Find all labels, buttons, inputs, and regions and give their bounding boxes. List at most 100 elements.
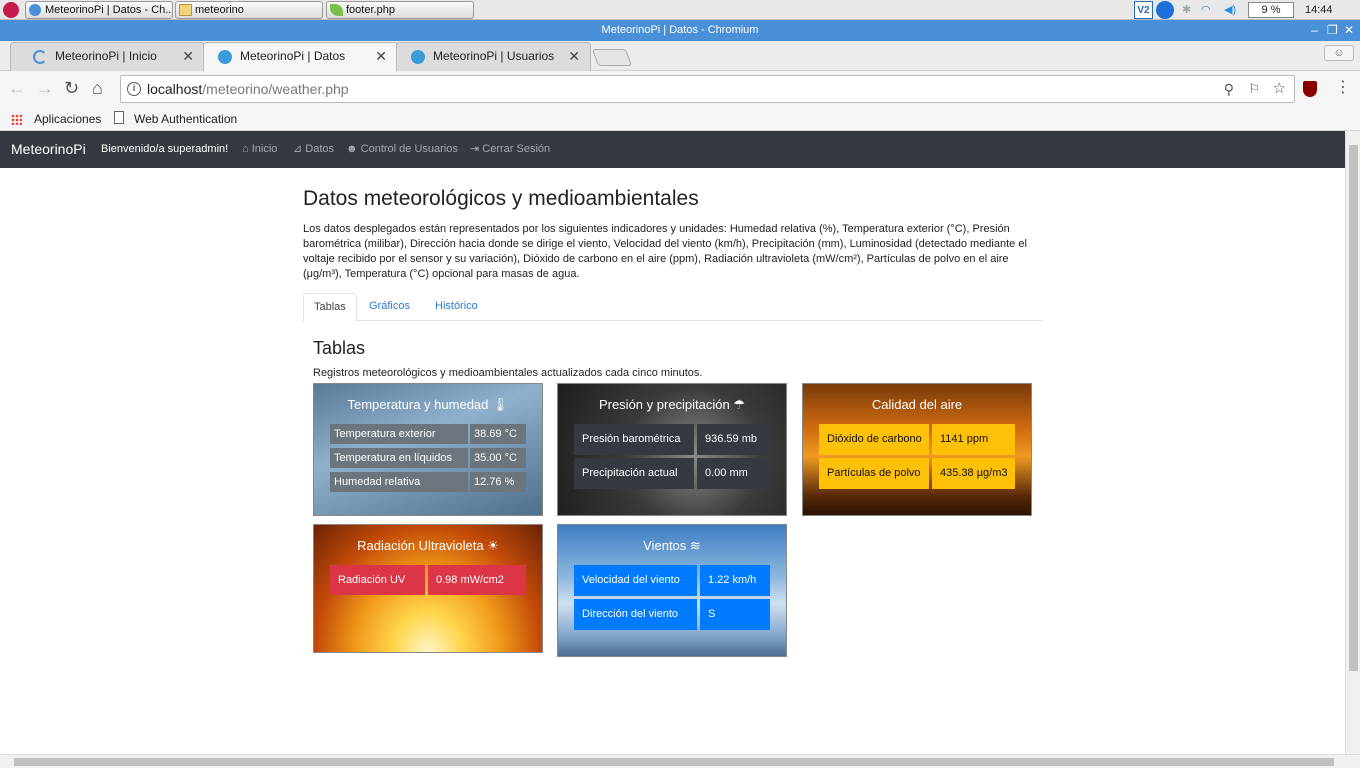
- value-temperatura-exterior: 38.69 °C: [470, 424, 526, 444]
- raspberry-menu-icon[interactable]: [3, 2, 19, 18]
- bookmarks-bar: Aplicaciones Web Authentication: [0, 107, 1360, 131]
- card-presion: Presión y precipitación ☂ Presión baromé…: [557, 383, 787, 516]
- profile-icon[interactable]: ☺: [1324, 45, 1354, 61]
- close-tab-icon[interactable]: ✕: [568, 43, 580, 70]
- clock: 14:44: [1305, 4, 1333, 16]
- bookmark-star-icon[interactable]: ☆: [1273, 76, 1286, 102]
- window-title: MeteorinoPi | Datos - Chromium: [601, 24, 759, 36]
- back-icon[interactable]: ←: [8, 77, 26, 99]
- battery-indicator[interactable]: 9 %: [1248, 2, 1294, 18]
- new-tab-button[interactable]: [591, 49, 633, 66]
- taskbar-label: footer.php: [346, 4, 395, 16]
- minimize-icon[interactable]: –: [1311, 20, 1318, 41]
- ublock-icon[interactable]: [1303, 81, 1317, 97]
- welcome-text: Bienvenido/a superadmin!: [101, 143, 229, 155]
- home-icon: ⌂: [242, 143, 252, 155]
- content-tabs: Tablas Gráficos Histórico: [303, 293, 1043, 322]
- tab-label: MeteorinoPi | Usuarios: [433, 49, 555, 63]
- browser-toolbar: ← → ↻ ⌂ i localhost/meteorino/weather.ph…: [0, 71, 1360, 107]
- taskbar-label: meteorino: [195, 4, 244, 16]
- card-title: Calidad del aire: [871, 397, 963, 412]
- taskbar-folder-window[interactable]: meteorino: [175, 1, 323, 19]
- label-presion-barometrica: Presión barométrica: [574, 424, 694, 455]
- tab-graficos[interactable]: Gráficos: [359, 293, 420, 321]
- teamviewer-icon[interactable]: [1156, 1, 1174, 19]
- window-titlebar: MeteorinoPi | Datos - Chromium – ❐ ✕: [0, 20, 1360, 41]
- tab-label: MeteorinoPi | Inicio: [55, 49, 157, 63]
- card-title: Presión y precipitación ☂: [558, 397, 786, 413]
- scroll-thumb[interactable]: [14, 758, 1334, 766]
- pin-icon[interactable]: ⚐: [1248, 76, 1260, 102]
- card-radiacion-uv: Radiación Ultravioleta ☀ Radiación UV 0.…: [313, 524, 543, 653]
- value-humedad-relativa: 12.76 %: [470, 472, 526, 492]
- brand-link[interactable]: MeteorinoPi: [11, 131, 86, 168]
- vertical-scrollbar[interactable]: [1345, 131, 1360, 754]
- tab-usuarios[interactable]: MeteorinoPi | Usuarios ✕: [396, 42, 591, 71]
- bookmark-web-authentication[interactable]: Web Authentication: [134, 109, 237, 129]
- value-radiacion-uv: 0.98 mW/cm2: [428, 565, 526, 595]
- weather-cloud-icon: [411, 50, 425, 64]
- apps-grid-icon[interactable]: [11, 114, 22, 125]
- home-icon[interactable]: ⌂: [92, 77, 103, 99]
- value-precipitacion: 0.00 mm: [697, 458, 769, 489]
- value-presion-barometrica: 936.59 mb: [697, 424, 769, 455]
- tab-label: MeteorinoPi | Datos: [240, 49, 346, 63]
- tab-inicio[interactable]: MeteorinoPi | Inicio ✕: [10, 42, 205, 71]
- wifi-icon[interactable]: ◠: [1201, 1, 1211, 19]
- tab-datos[interactable]: MeteorinoPi | Datos ✕: [203, 42, 398, 72]
- sign-out-icon: ⇥: [470, 143, 483, 155]
- menu-kebab-icon[interactable]: ⋮: [1335, 77, 1351, 99]
- sun-icon: ☀: [487, 538, 499, 553]
- scroll-thumb[interactable]: [1349, 145, 1358, 671]
- zoom-icon[interactable]: ⚲: [1224, 76, 1234, 102]
- bluetooth-icon[interactable]: ✱: [1182, 1, 1191, 19]
- value-velocidad-viento: 1.22 km/h: [700, 565, 770, 596]
- volume-icon[interactable]: ◀): [1224, 1, 1236, 19]
- chromium-icon: [29, 4, 41, 16]
- card-temperatura: Temperatura y humedad 🌡 Temperatura exte…: [313, 383, 543, 516]
- value-particulas-polvo: 435.38 µg/m3: [932, 458, 1015, 489]
- url-host: localhost: [147, 81, 203, 97]
- os-taskbar: MeteorinoPi | Datos - Ch... meteorino fo…: [0, 0, 1360, 20]
- nav-usuarios[interactable]: ☻ Control de Usuarios: [346, 131, 458, 167]
- site-info-icon[interactable]: i: [127, 82, 141, 96]
- taskbar-editor-window[interactable]: footer.php: [326, 1, 474, 19]
- page-icon: [114, 111, 124, 124]
- card-title-text: Temperatura y humedad: [347, 397, 489, 412]
- users-icon: ☻: [346, 143, 361, 155]
- site-navbar: MeteorinoPi Bienvenido/a superadmin! ⌂ I…: [0, 131, 1345, 168]
- bookmark-aplicaciones[interactable]: Aplicaciones: [34, 109, 101, 129]
- folder-icon: [179, 4, 192, 16]
- card-title-text: Vientos: [643, 538, 687, 553]
- page-title: Datos meteorológicos y medioambientales: [303, 187, 699, 210]
- taskbar-chromium-window[interactable]: MeteorinoPi | Datos - Ch...: [25, 1, 173, 19]
- horizontal-scrollbar[interactable]: [0, 754, 1360, 768]
- maximize-icon[interactable]: ❐: [1327, 20, 1338, 41]
- tab-tablas[interactable]: Tablas: [303, 293, 357, 322]
- section-subtitle: Registros meteorológicos y medioambienta…: [313, 367, 703, 379]
- label-particulas-polvo: Partículas de polvo: [819, 458, 929, 489]
- vnc-icon[interactable]: V2: [1134, 1, 1153, 19]
- loading-spinner-icon: [33, 50, 47, 64]
- nav-label: Inicio: [251, 143, 278, 155]
- label-dioxido-carbono: Dióxido de carbono: [819, 424, 929, 455]
- browser-tabstrip: MeteorinoPi | Inicio ✕ MeteorinoPi | Dat…: [0, 41, 1360, 72]
- close-tab-icon[interactable]: ✕: [182, 43, 194, 70]
- nav-cerrar-sesion[interactable]: ⇥ Cerrar Sesión: [470, 131, 550, 167]
- address-bar[interactable]: i localhost/meteorino/weather.php ⚲ ⚐ ☆: [120, 75, 1295, 103]
- value-direccion-viento: S: [700, 599, 770, 630]
- nav-datos[interactable]: ⊿ Datos: [293, 131, 334, 167]
- reload-icon[interactable]: ↻: [64, 77, 79, 99]
- tab-historico[interactable]: Histórico: [425, 293, 488, 321]
- close-tab-icon[interactable]: ✕: [375, 43, 387, 70]
- nav-inicio[interactable]: ⌂ Inicio: [242, 131, 277, 167]
- card-title: Radiación Ultravioleta ☀: [314, 538, 542, 554]
- card-title-text: Presión y precipitación: [598, 397, 730, 412]
- close-icon[interactable]: ✕: [1344, 20, 1354, 41]
- card-calidad-aire: Calidad del aire Dióxido de carbono 1141…: [802, 383, 1032, 516]
- value-dioxido-carbono: 1141 ppm: [932, 424, 1015, 455]
- weather-cloud-icon: [218, 50, 232, 64]
- card-vientos: Vientos ≋ Velocidad del viento 1.22 km/h…: [557, 524, 787, 657]
- forward-icon[interactable]: →: [36, 77, 54, 99]
- label-precipitacion: Precipitación actual: [574, 458, 694, 489]
